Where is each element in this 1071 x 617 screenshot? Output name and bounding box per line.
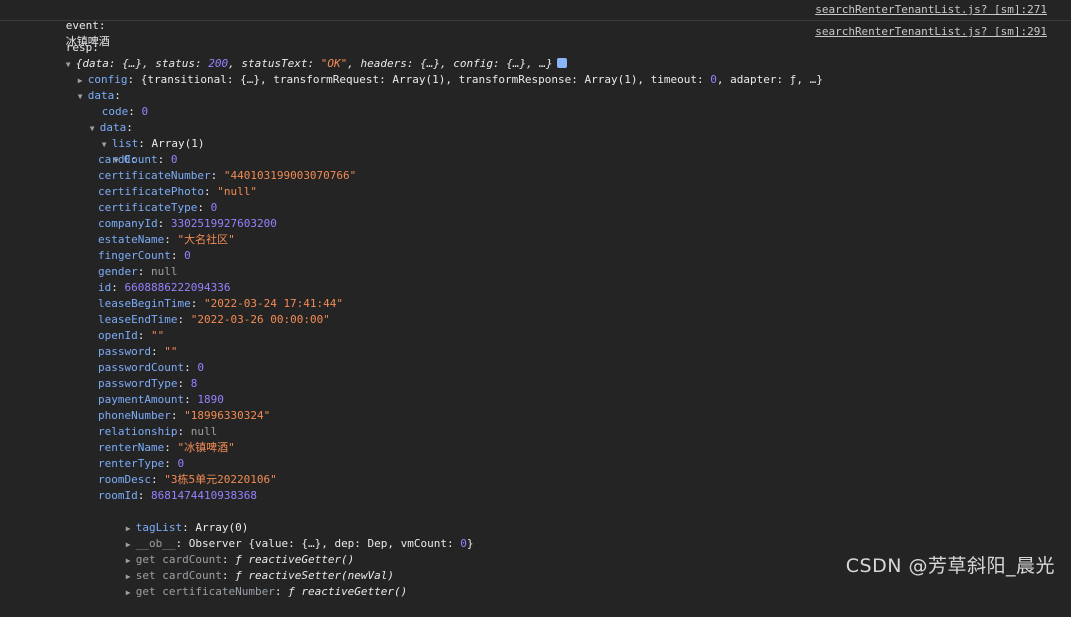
field-key: companyId — [98, 217, 158, 230]
field-key: roomId — [98, 489, 138, 502]
field-roomId: roomId: 8681474410938368 — [98, 489, 257, 502]
list-index-0[interactable]: ▼ 0: — [74, 136, 137, 166]
field-leaseEndTime: leaseEndTime: "2022-03-26 00:00:00" — [98, 313, 330, 326]
console-message-event: event: 冰镇啤酒 searchRenterTenantList.js? [… — [0, 0, 1071, 48]
field-value: "" — [164, 345, 178, 358]
field-key: phoneNumber — [98, 409, 171, 422]
code-property: code: 0 — [101, 105, 149, 118]
field-phoneNumber: phoneNumber: "18996330324" — [98, 409, 271, 422]
field-value: "440103199003070766" — [223, 169, 357, 182]
field-value: null — [190, 425, 218, 438]
field-fingerCount: fingerCount: 0 — [98, 249, 191, 262]
field-value: 6608886222094336 — [124, 281, 231, 294]
field-value: "18996330324" — [184, 409, 271, 422]
field-certificateNumber: certificateNumber: "440103199003070766" — [98, 169, 357, 182]
field-key: roomDesc — [98, 473, 151, 486]
field-value: 3302519927603200 — [170, 217, 277, 230]
getter-row[interactable]: ▶ get certificateNumber: ƒ reactiveGetter… — [86, 568, 408, 598]
field-renterType: renterType: 0 — [98, 457, 185, 470]
field-leaseBeginTime: leaseBeginTime: "2022-03-24 17:41:44" — [98, 297, 344, 310]
field-relationship: relationship: null — [98, 425, 218, 438]
field-key: leaseEndTime — [98, 313, 178, 326]
field-value: 0 — [210, 201, 218, 214]
source-link-event[interactable]: searchRenterTenantList.js? [sm]:271 — [815, 2, 1047, 18]
field-id: id: 6608886222094336 — [98, 281, 231, 294]
field-value: "2022-03-26 00:00:00" — [190, 313, 330, 326]
field-key: cardCount — [98, 153, 158, 166]
field-gender: gender: null — [98, 265, 178, 278]
field-value: 0 — [184, 249, 191, 262]
setter-row[interactable]: ▶ set cardCount: ƒ reactiveSetter(newVal) — [86, 552, 394, 582]
field-value: 0 — [170, 153, 178, 166]
field-openId: openId: "" — [98, 329, 165, 342]
field-certificateType: certificateType: 0 — [98, 201, 218, 214]
devtools-console: event: 冰镇啤酒 searchRenterTenantList.js? [… — [0, 0, 1071, 598]
field-password: password: "" — [98, 345, 178, 358]
field-key: fingerCount — [98, 249, 171, 262]
field-value: 8 — [190, 377, 198, 390]
console-message-resp: resp: searchRenterTenantList.js? [sm]:29… — [0, 21, 1071, 598]
field-key: openId — [98, 329, 138, 342]
list-property[interactable]: ▼ list: Array(1) — [62, 120, 205, 150]
field-key: password — [98, 345, 151, 358]
field-key: relationship — [98, 425, 178, 438]
getter-row[interactable]: ▶ get cardCount: ƒ reactiveGetter() — [86, 536, 355, 566]
field-passwordType: passwordType: 8 — [98, 377, 198, 390]
field-value: 0 — [197, 361, 204, 374]
taglist-property[interactable]: ▶ tagList: Array(0) — [86, 504, 249, 534]
field-value: "2022-03-24 17:41:44" — [203, 297, 344, 310]
data-inner-property[interactable]: ▼ data: — [50, 104, 133, 134]
field-value: "3栋5单元20220106" — [164, 473, 277, 486]
field-key: renterName — [98, 441, 165, 454]
field-passwordCount: passwordCount: 0 — [98, 361, 204, 374]
field-key: certificateNumber — [98, 169, 211, 182]
field-key: certificateType — [98, 201, 198, 214]
field-key: paymentAmount — [98, 393, 185, 406]
field-value: "" — [151, 329, 165, 342]
field-renterName: renterName: "冰镇啤酒" — [98, 441, 235, 454]
field-key: passwordCount — [98, 361, 185, 374]
field-key: renterType — [98, 457, 165, 470]
field-cardCount: cardCount: 0 — [98, 153, 178, 166]
observer-property[interactable]: ▶ __ob__: Observer {value: {…}, dep: Dep,… — [86, 520, 474, 550]
field-certificatePhoto: certificatePhoto: "null" — [98, 185, 257, 198]
field-roomDesc: roomDesc: "3栋5单元20220106" — [98, 473, 277, 486]
field-key: gender — [98, 265, 138, 278]
field-key: passwordType — [98, 377, 178, 390]
data-property[interactable]: ▼ data: — [38, 72, 121, 102]
field-value: "大名社区" — [177, 233, 235, 246]
config-property[interactable]: ▶ config: {transitional: {…}, transformRe… — [38, 56, 823, 86]
field-value: "null" — [217, 185, 257, 198]
field-value: "冰镇啤酒" — [177, 441, 235, 454]
field-key: estateName — [98, 233, 165, 246]
field-paymentAmount: paymentAmount: 1890 — [98, 393, 224, 406]
field-key: leaseBeginTime — [98, 297, 191, 310]
field-companyId: companyId: 3302519927603200 — [98, 217, 277, 230]
field-key: id — [98, 281, 112, 294]
field-value: 0 — [177, 457, 185, 470]
response-summary[interactable]: ▼ {data: {…}, status: 200, statusText: "O… — [26, 40, 567, 70]
source-link-resp[interactable]: searchRenterTenantList.js? [sm]:291 — [815, 24, 1047, 40]
field-value: 8681474410938368 — [151, 489, 257, 502]
field-key: certificatePhoto — [98, 185, 204, 198]
watermark: CSDN @芳草斜阳_晨光 — [845, 555, 1055, 577]
field-value: null — [151, 265, 178, 278]
collapse-triangle-icon[interactable]: ▶ — [126, 585, 136, 601]
field-estateName: estateName: "大名社区" — [98, 233, 235, 246]
field-value: 1890 — [197, 393, 224, 406]
